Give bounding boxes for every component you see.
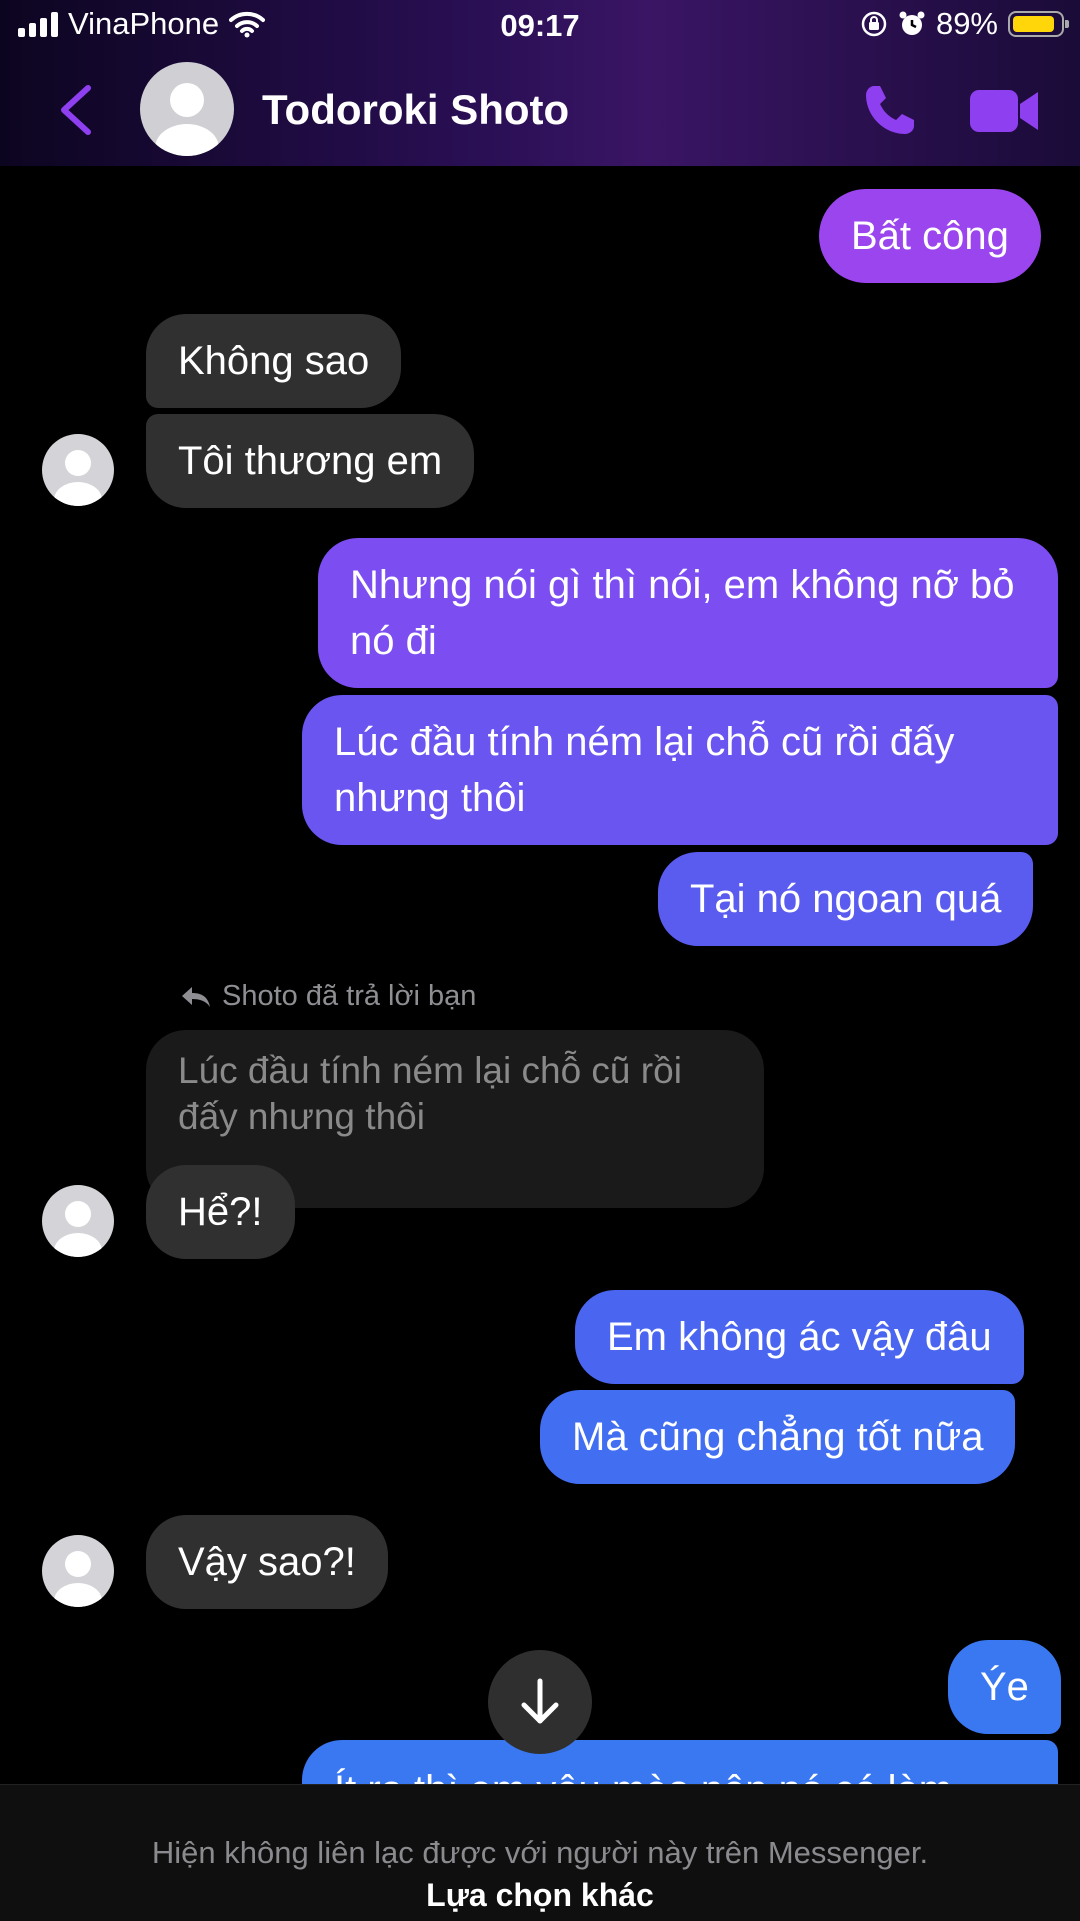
unavailable-notice: Hiện không liên lạc được với người này t… [151, 1835, 929, 1870]
avatar-icon [155, 83, 219, 156]
message-bubble-outgoing[interactable]: Ýe [948, 1640, 1061, 1734]
battery-percent: 89% [935, 6, 998, 41]
video-icon[interactable] [968, 86, 1042, 136]
sender-avatar[interactable] [42, 1535, 114, 1607]
avatar-icon [54, 450, 102, 506]
message-bubble-incoming[interactable]: Vậy sao?! [146, 1515, 388, 1609]
message-bubble-incoming[interactable]: Hể?! [146, 1165, 295, 1259]
avatar-icon [54, 1201, 102, 1257]
phone-icon[interactable] [860, 80, 920, 140]
sender-avatar[interactable] [42, 434, 114, 506]
message-bubble-incoming[interactable]: Không sao [146, 314, 402, 408]
contact-name[interactable]: Todoroki Shoto [262, 86, 569, 134]
wifi-icon [229, 11, 266, 38]
message-bubble-incoming[interactable]: Tôi thương em [146, 414, 475, 508]
sender-avatar[interactable] [42, 1185, 114, 1257]
scroll-to-bottom-button[interactable] [488, 1650, 592, 1754]
message-bubble-outgoing[interactable]: Tại nó ngoan quá [658, 852, 1034, 946]
avatar-icon [54, 1551, 102, 1607]
reply-indicator: Shoto đã trả lời bạn [180, 980, 476, 1013]
contact-avatar[interactable] [140, 62, 234, 156]
reply-label-text: Shoto đã trả lời bạn [222, 980, 477, 1012]
message-bubble-outgoing[interactable]: Nhưng nói gì thì nói, em không nỡ bỏ nó … [318, 538, 1058, 688]
alarm-icon [899, 11, 925, 35]
orientation-lock-icon [861, 11, 887, 37]
unavailable-footer: Hiện không liên lạc được với người này t… [0, 1784, 1080, 1921]
battery-icon [1008, 11, 1069, 37]
message-bubble-outgoing[interactable]: Bất công [819, 189, 1041, 283]
arrow-down-icon [521, 1678, 559, 1724]
message-bubble-outgoing[interactable]: Mà cũng chẳng tốt nữa [540, 1390, 1016, 1484]
back-icon[interactable] [52, 80, 102, 140]
status-bar: VinaPhone 09:17 89% [0, 0, 1080, 54]
carrier-name: VinaPhone [68, 6, 220, 41]
message-bubble-outgoing[interactable]: Em không ác vậy đâu [575, 1290, 1024, 1384]
reply-icon [182, 986, 210, 1007]
message-bubble-outgoing[interactable]: Lúc đầu tính ném lại chỗ cũ rồi đấy nhưn… [302, 695, 1058, 845]
signal-icon [18, 11, 58, 37]
other-options-link[interactable]: Lựa chọn khác [0, 1877, 1080, 1914]
